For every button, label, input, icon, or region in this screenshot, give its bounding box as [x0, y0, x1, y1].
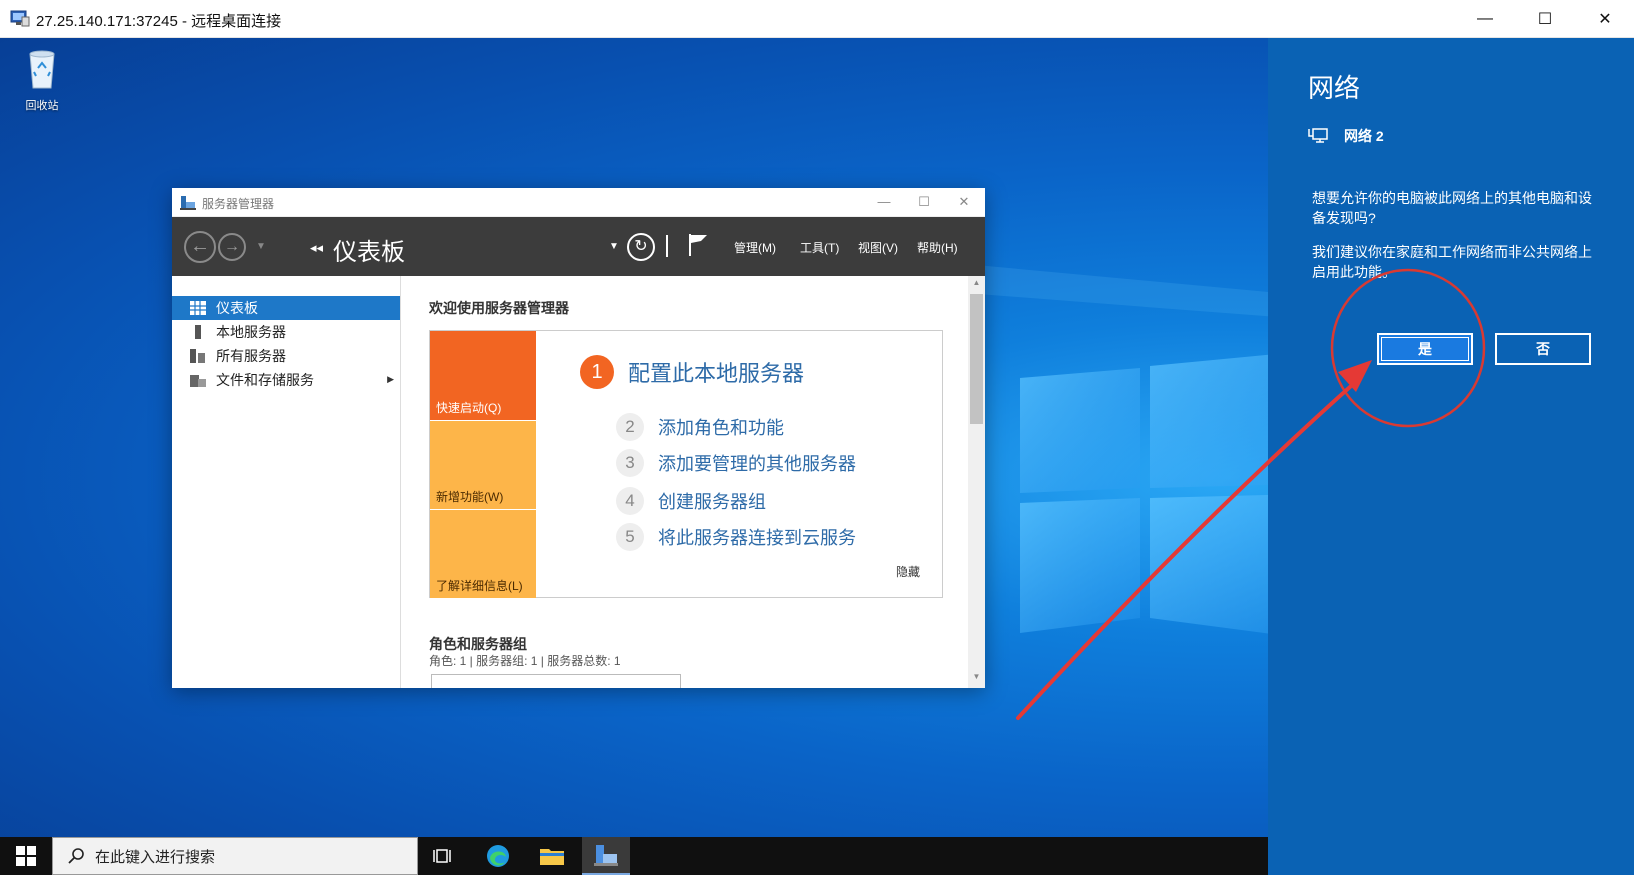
- task-view-button[interactable]: [420, 837, 468, 875]
- server-manager-titlebar: 服务器管理器 — ☐ ✕: [172, 188, 985, 217]
- step-label: 配置此本地服务器: [628, 361, 805, 386]
- server-manager-taskbar-icon: [594, 845, 618, 866]
- local-server-icon: [195, 325, 201, 339]
- menu-manage[interactable]: 管理(M): [734, 239, 776, 256]
- notifications-flag-icon[interactable]: [687, 232, 709, 258]
- dashboard-icon: [190, 301, 206, 315]
- sm-close-button[interactable]: ✕: [944, 190, 984, 214]
- scroll-up-icon[interactable]: ▲: [968, 278, 985, 292]
- taskbar: 在此键入进行搜索: [0, 837, 1268, 875]
- sidebar-item-dashboard[interactable]: 仪表板: [172, 296, 400, 320]
- network-entry: 网络 2: [1308, 126, 1384, 146]
- step-number: 2: [616, 413, 644, 441]
- menu-tools[interactable]: 工具(T): [800, 239, 839, 256]
- sidebar-item-label: 所有服务器: [216, 348, 286, 364]
- step-label: 添加要管理的其他服务器: [658, 454, 856, 474]
- step-number: 3: [616, 449, 644, 477]
- sm-maximize-button[interactable]: ☐: [904, 190, 944, 214]
- step-number: 4: [616, 487, 644, 515]
- no-button[interactable]: 否: [1495, 333, 1591, 365]
- rdp-titlebar: 27.25.140.171:37245 - 远程桌面连接 — ☐ ✕: [0, 0, 1634, 38]
- step-add-roles[interactable]: 2 添加角色和功能: [616, 413, 784, 441]
- file-explorer-icon: [540, 849, 564, 865]
- sidebar-item-label: 文件和存储服务: [216, 372, 314, 388]
- close-button[interactable]: ✕: [1575, 0, 1634, 38]
- nav-history-dropdown-icon[interactable]: ▼: [256, 241, 266, 252]
- taskbar-file-explorer[interactable]: [528, 837, 576, 875]
- page-title: 仪表板: [333, 239, 405, 266]
- step-connect-cloud[interactable]: 5 将此服务器连接到云服务: [616, 523, 856, 551]
- step-label: 添加角色和功能: [658, 418, 784, 438]
- roles-title: 角色和服务器组: [429, 636, 527, 652]
- all-servers-icon: [190, 349, 205, 363]
- sm-minimize-button[interactable]: —: [864, 190, 904, 214]
- server-manager-window: 服务器管理器 — ☐ ✕ ← → ▼ ◂◂ 仪表板 ▼ ↻ 管理(M) 工具(T…: [172, 188, 985, 688]
- hide-link[interactable]: 隐藏: [896, 563, 920, 580]
- edge-browser-icon: [487, 845, 509, 867]
- header-dropdown-icon[interactable]: ▼: [609, 241, 619, 252]
- breadcrumb-arrow-icon: ◂◂: [310, 240, 324, 255]
- expand-arrow-icon[interactable]: ▶: [387, 374, 394, 385]
- welcome-title: 欢迎使用服务器管理器: [429, 300, 569, 316]
- network-icon: [1308, 128, 1328, 143]
- minimize-button[interactable]: —: [1455, 0, 1515, 38]
- taskbar-edge[interactable]: [474, 837, 522, 875]
- rdp-window-title: 27.25.140.171:37245 - 远程桌面连接: [36, 13, 282, 30]
- sidebar-item-label: 仪表板: [216, 300, 258, 316]
- server-manager-body: 仪表板 本地服务器 所有服务器 文件和存储服务 ▶ 欢迎使用服务器管理器 快速启…: [172, 276, 985, 688]
- discovery-recommendation: 我们建议你在家庭和工作网络而非公共网络上启用此功能。: [1312, 244, 1592, 280]
- menu-help[interactable]: 帮助(H): [917, 239, 958, 256]
- sidebar-item-label: 本地服务器: [216, 324, 286, 340]
- tile-quick-start[interactable]: 快速启动(Q): [430, 331, 536, 420]
- step-number: 1: [580, 355, 614, 389]
- flyout-title: 网络: [1308, 73, 1361, 103]
- network-name: 网络 2: [1344, 128, 1384, 144]
- server-manager-icon: [180, 196, 196, 210]
- remote-desktop-icon: [10, 10, 30, 27]
- header-separator: [666, 235, 668, 257]
- task-view-icon: [433, 849, 451, 863]
- search-placeholder: 在此键入进行搜索: [95, 848, 216, 866]
- step-configure-local-server[interactable]: 1 配置此本地服务器: [580, 355, 804, 389]
- menu-view[interactable]: 视图(V): [858, 239, 898, 256]
- recycle-bin-icon: [29, 50, 55, 89]
- taskbar-search-box[interactable]: 在此键入进行搜索: [52, 837, 418, 875]
- sidebar-item-file-storage[interactable]: 文件和存储服务 ▶: [172, 368, 400, 392]
- refresh-button[interactable]: ↻: [627, 233, 655, 261]
- tile-learn-more[interactable]: 了解详细信息(L): [430, 509, 536, 598]
- server-manager-header: ← → ▼ ◂◂ 仪表板 ▼ ↻ 管理(M) 工具(T) 视图(V) 帮助(H): [172, 217, 985, 276]
- role-card[interactable]: [431, 674, 681, 688]
- file-storage-icon: [190, 375, 206, 387]
- yes-button[interactable]: 是: [1377, 333, 1473, 365]
- step-label: 将此服务器连接到云服务: [658, 528, 856, 548]
- sidebar-item-all-servers[interactable]: 所有服务器: [172, 344, 400, 368]
- vertical-scrollbar[interactable]: ▲ ▼: [968, 276, 985, 688]
- recycle-bin-label: 回收站: [25, 100, 59, 112]
- step-create-server-group[interactable]: 4 创建服务器组: [616, 487, 766, 515]
- forward-button[interactable]: →: [218, 233, 246, 261]
- network-discovery-flyout: 网络 网络 2 想要允许你的电脑被此网络上的其他电脑和设备发现吗? 我们建议你在…: [1268, 38, 1634, 875]
- tile-whats-new[interactable]: 新增功能(W): [430, 420, 536, 509]
- roles-summary: 角色: 1 | 服务器组: 1 | 服务器总数: 1: [429, 654, 621, 668]
- scrollbar-thumb[interactable]: [970, 294, 983, 424]
- windows-logo-icon: [16, 846, 36, 866]
- recycle-bin[interactable]: 回收站: [14, 46, 70, 113]
- step-label: 创建服务器组: [658, 492, 766, 512]
- start-button[interactable]: [0, 837, 52, 875]
- step-add-servers[interactable]: 3 添加要管理的其他服务器: [616, 449, 856, 477]
- search-icon: [68, 848, 84, 864]
- dashboard-content: 欢迎使用服务器管理器 快速启动(Q) 新增功能(W) 了解详细信息(L) 1 配…: [401, 276, 985, 688]
- scroll-down-icon[interactable]: ▼: [968, 672, 985, 686]
- sidebar-item-local-server[interactable]: 本地服务器: [172, 320, 400, 344]
- maximize-button[interactable]: ☐: [1515, 0, 1575, 38]
- server-manager-title: 服务器管理器: [202, 197, 275, 211]
- step-number: 5: [616, 523, 644, 551]
- quick-start-panel: 快速启动(Q) 新增功能(W) 了解详细信息(L) 1 配置此本地服务器 2 添…: [429, 330, 943, 598]
- sidebar: 仪表板 本地服务器 所有服务器 文件和存储服务 ▶: [172, 276, 401, 688]
- taskbar-server-manager[interactable]: [582, 837, 630, 875]
- back-button[interactable]: ←: [184, 231, 216, 263]
- discovery-question: 想要允许你的电脑被此网络上的其他电脑和设备发现吗?: [1312, 190, 1592, 226]
